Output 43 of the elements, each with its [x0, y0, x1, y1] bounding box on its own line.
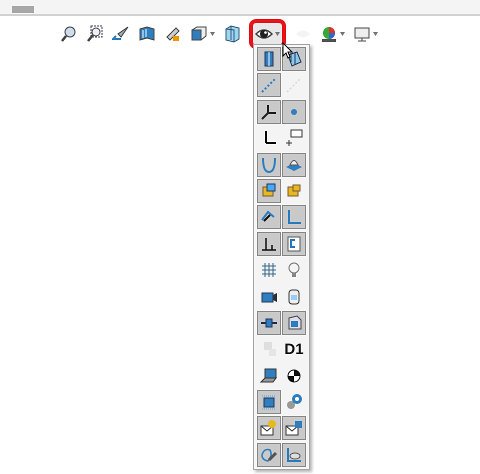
scene-icon: [320, 25, 338, 43]
menu-toggle[interactable]: [257, 390, 281, 414]
sketch-icon: [285, 208, 303, 226]
menu-toggle[interactable]: [257, 178, 281, 203]
envelope-icon: [285, 419, 303, 438]
dashed-line-icon: [260, 76, 278, 94]
caret-icon: [340, 32, 345, 36]
zoom-to-fit-icon: [60, 25, 78, 43]
menu-toggle[interactable]: [282, 310, 306, 335]
menu-toggle[interactable]: D1: [282, 337, 306, 362]
envelope-icon: [260, 419, 278, 438]
menu-toggle[interactable]: [257, 100, 281, 124]
caret-icon: [275, 32, 280, 36]
decal-icon: [285, 446, 303, 464]
dashed-line-icon: [285, 76, 303, 94]
view-orientation-icon: [190, 25, 208, 43]
gears-icon: [285, 393, 303, 412]
menu-toggle[interactable]: [282, 232, 306, 256]
grid-icon: [260, 261, 278, 280]
menu-toggle[interactable]: [282, 100, 306, 124]
menu-toggle[interactable]: [257, 73, 281, 98]
menu-toggle[interactable]: [282, 442, 306, 467]
curve-icon: [260, 156, 278, 174]
menu-toggle[interactable]: [282, 152, 306, 177]
menu-toggle[interactable]: [257, 47, 281, 71]
menu-toggle[interactable]: [257, 442, 281, 467]
menu-toggle[interactable]: [257, 310, 281, 335]
display-style-icon: [223, 25, 241, 43]
menu-toggle[interactable]: [282, 205, 306, 230]
menu-toggle[interactable]: [257, 152, 281, 177]
menu-toggle[interactable]: [257, 232, 281, 256]
axes-icon: [260, 102, 278, 121]
section-view-icon: [138, 25, 156, 43]
monitor-icon: [353, 25, 371, 43]
menu-toggle[interactable]: [257, 416, 281, 440]
menu-toggle[interactable]: [282, 416, 306, 440]
laptop-icon: [260, 366, 278, 385]
caret-icon: [373, 32, 378, 36]
caret-icon: [210, 32, 215, 36]
point-icon: [291, 108, 297, 115]
center-of-mass-icon: [285, 366, 303, 385]
menu-toggle[interactable]: [257, 205, 281, 230]
zoom-area-icon: [86, 25, 104, 43]
